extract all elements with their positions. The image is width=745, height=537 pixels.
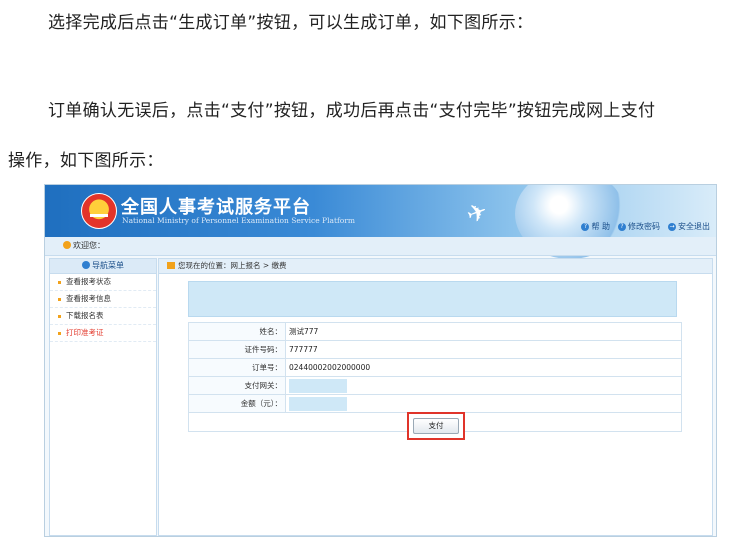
amount-label: 金额（元）： [188,394,286,413]
sidebar-header: 导航菜单 [50,259,156,274]
logout-link[interactable]: → 安全退出 [668,221,710,232]
instruction-paragraph-2: 订单确认无误后，点击“支付”按钮，成功后再点击“支付完毕”按钮完成网上支付 [48,101,656,121]
form-row-order: 订单号： 02440002002000000 [188,358,682,377]
sidebar-item-print-admission[interactable]: 打印准考证 [50,325,156,342]
screenshot-frame: 全国人事考试服务平台 National Ministry of Personne… [44,184,717,537]
amount-value-cell [285,394,682,413]
pay-button[interactable]: 支付 [413,418,459,434]
notice-box [188,281,677,317]
gateway-label: 支付网关： [188,376,286,395]
main-panel: 您现在的位置：网上报名 > 缴费 姓名： 测试777 证件号码： 777777 … [158,258,713,536]
form-row-gateway: 支付网关： [188,376,682,395]
airplane-icon: ✈ [462,196,492,230]
welcome-text: 欢迎您： [73,241,105,250]
sidebar-title: 导航菜单 [92,261,124,270]
user-icon [63,241,71,249]
form-row-name: 姓名： 测试777 [188,322,682,341]
form-row-amount: 金额（元）： [188,394,682,413]
breadcrumb-text: 您现在的位置：网上报名 > 缴费 [178,261,287,270]
menu-icon [82,261,90,269]
instruction-paragraph-3: 操作，如下图所示： [8,151,164,171]
sidebar-item-download-form[interactable]: 下载报名表 [50,308,156,325]
sidebar-item-view-info[interactable]: 查看报考信息 [50,291,156,308]
gateway-select[interactable] [289,378,347,393]
top-links: ? 帮 助 ? 修改密码 → 安全退出 [581,221,710,232]
sidebar-item-check-status[interactable]: 查看报考状态 [50,274,156,291]
welcome-bar: 欢迎您： [45,237,716,256]
header-banner: 全国人事考试服务平台 National Ministry of Personne… [45,185,716,259]
key-icon: ? [618,222,626,231]
change-password-label: 修改密码 [628,222,660,231]
order-number-label: 订单号： [188,358,286,377]
exit-icon: → [668,222,676,231]
help-icon: ? [581,222,590,231]
logout-label: 安全退出 [678,222,710,231]
name-value: 测试777 [285,322,682,341]
id-number-value: 777777 [285,340,682,359]
instruction-paragraph-1: 选择完成后点击“生成订单”按钮，可以生成订单，如下图所示： [48,13,534,33]
pay-button-highlight: 支付 [407,412,465,440]
order-number-value: 02440002002000000 [285,358,682,377]
amount-value [289,396,347,411]
logo-icon [81,193,117,229]
name-label: 姓名： [188,322,286,341]
form-row-id: 证件号码： 777777 [188,340,682,359]
site-subtitle: National Ministry of Personnel Examinati… [122,216,355,225]
sidebar: 导航菜单 查看报考状态 查看报考信息 下载报名表 打印准考证 [49,258,157,536]
help-link[interactable]: ? 帮 助 [581,221,610,232]
help-label: 帮 助 [591,222,610,231]
breadcrumb: 您现在的位置：网上报名 > 缴费 [159,259,712,274]
home-icon [167,262,175,269]
id-number-label: 证件号码： [188,340,286,359]
change-password-link[interactable]: ? 修改密码 [618,221,660,232]
gateway-value-cell [285,376,682,395]
